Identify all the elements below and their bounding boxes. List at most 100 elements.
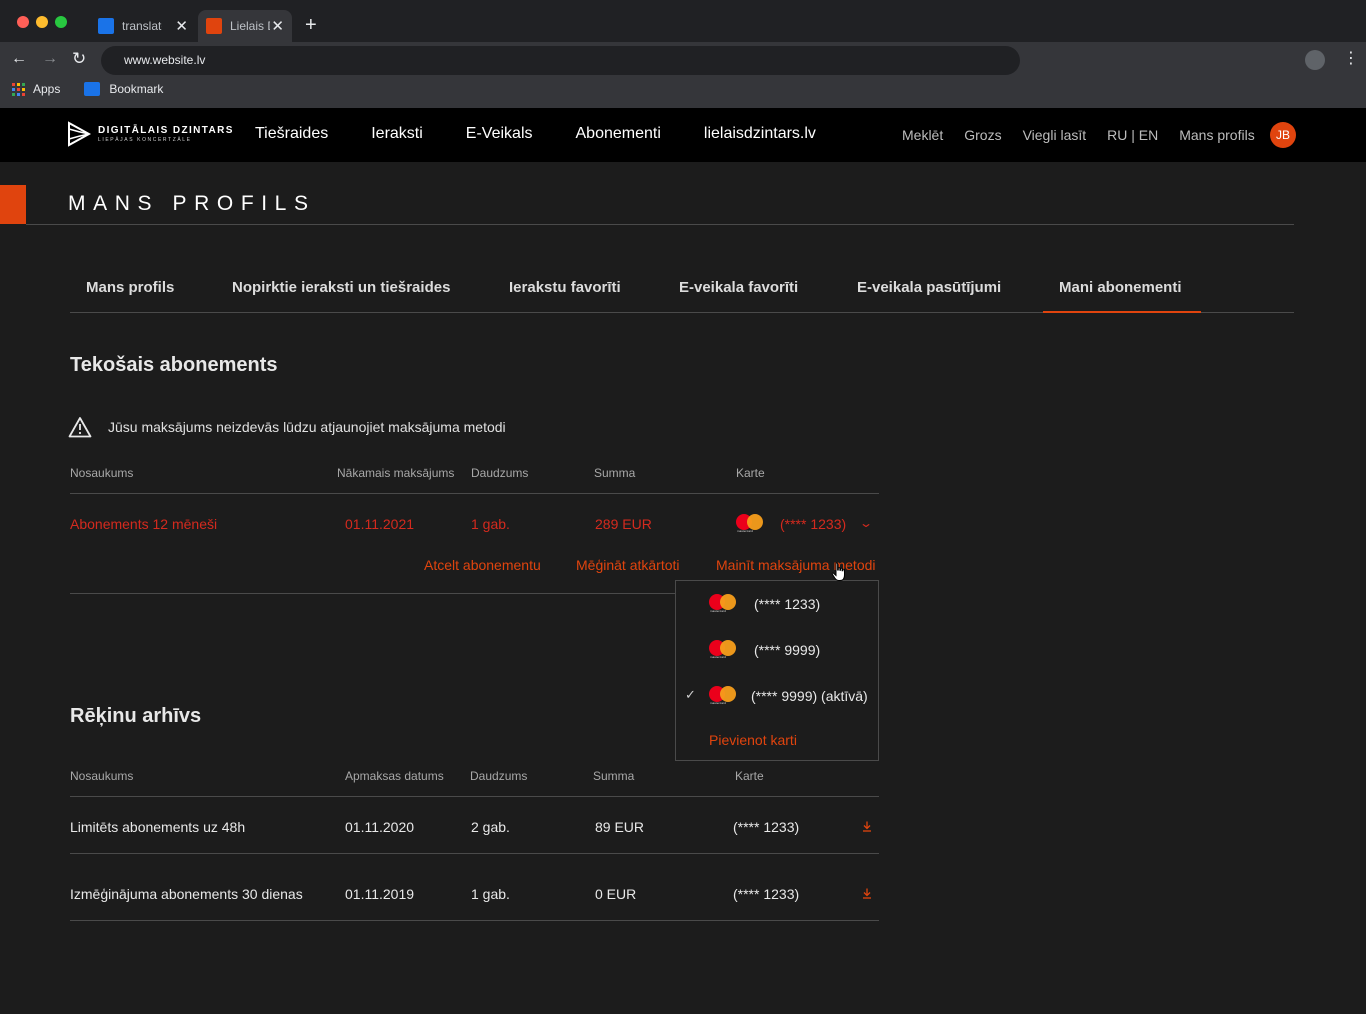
browser-menu-icon[interactable]: ⋮ <box>1343 48 1359 68</box>
checkmark-icon: ✓ <box>685 687 696 702</box>
dropdown-card-label: (**** 9999) <box>754 642 821 658</box>
new-tab-plus-icon[interactable]: + <box>305 14 317 37</box>
col-header-sum: Summa <box>593 769 635 783</box>
col-header-quantity: Daudzums <box>471 466 529 480</box>
browser-tab-translate[interactable]: translate ✕ <box>90 10 196 42</box>
logo-main-text: DIGITĀLAIS DZINTARS <box>98 125 234 136</box>
col-header-next-payment: Nākamais maksājums <box>337 466 455 480</box>
site-logo[interactable]: DIGITĀLAIS DZINTARS LIEPĀJAS KONCERTZĀLE <box>67 121 234 147</box>
tab-mani-abonementi[interactable]: Mani abonementi <box>1059 279 1182 296</box>
util-search-link[interactable]: Meklēt <box>902 127 943 143</box>
nav-item-abonementi[interactable]: Abonementi <box>576 125 661 143</box>
util-profile-link[interactable]: Mans profils <box>1179 127 1254 143</box>
logo-sub-text: LIEPĀJAS KONCERTZĀLE <box>98 137 192 143</box>
warning-triangle-icon <box>68 417 92 438</box>
invoice-name: Limitēts abonements uz 48h <box>70 819 246 835</box>
tab-mans-profils[interactable]: Mans profils <box>86 279 174 296</box>
tab-title: translate <box>122 19 162 33</box>
tab-eveikala-pasutijumi[interactable]: E-veikala pasūtījumi <box>857 279 1001 296</box>
title-accent-block <box>0 185 26 224</box>
window-maximize-button[interactable] <box>55 16 67 28</box>
util-language-switch[interactable]: RU | EN <box>1107 127 1158 143</box>
title-divider <box>26 224 1294 225</box>
card-dropdown-menu: mastercard (**** 1233) mastercard (**** … <box>675 580 879 761</box>
mastercard-icon: mastercard <box>709 686 737 705</box>
util-cart-link[interactable]: Grozs <box>964 127 1001 143</box>
warning-text: Jūsu maksājums neizdevās lūdzu atjaunoji… <box>108 419 506 435</box>
dropdown-card-option[interactable]: mastercard (**** 9999) <box>676 635 878 665</box>
subscription-quantity: 1 gab. <box>471 516 510 532</box>
address-bar[interactable]: www.website.lv <box>101 46 1020 75</box>
dropdown-card-label: (**** 1233) <box>754 596 821 612</box>
invoice-quantity: 2 gab. <box>471 819 510 835</box>
invoice-card: (**** 1233) <box>733 886 800 902</box>
window-close-button[interactable] <box>17 16 29 28</box>
back-arrow-icon[interactable]: ← <box>11 50 27 68</box>
apps-grid-icon[interactable] <box>12 82 25 96</box>
change-payment-method-link[interactable]: Mainīt maksājuma metodi <box>716 557 876 573</box>
chevron-down-icon[interactable]: ⌄ <box>859 516 873 530</box>
nav-item-ieraksti[interactable]: Ieraksti <box>371 125 423 143</box>
retry-payment-link[interactable]: Mēģināt atkārtoti <box>576 557 680 573</box>
browser-tab-lielais[interactable]: Lielais Dzintars ✕ <box>198 10 292 42</box>
nav-item-eveikals[interactable]: E-Veikals <box>466 125 533 143</box>
logo-wave-icon <box>68 121 91 147</box>
mastercard-icon: mastercard <box>709 594 737 613</box>
col-header-payment-date: Apmaksas datums <box>345 769 444 783</box>
col-header-name: Nosaukums <box>70 466 134 480</box>
invoice-archive-title: Rēķinu arhīvs <box>70 705 202 727</box>
tab-favicon-icon <box>98 18 114 34</box>
tab-close-icon[interactable]: ✕ <box>271 17 284 35</box>
util-easy-read-link[interactable]: Viegli lasīt <box>1023 127 1087 143</box>
row-divider <box>70 853 879 854</box>
payment-warning: Jūsu maksājums neizdevās lūdzu atjaunoji… <box>68 416 506 438</box>
nav-item-lielaisdzintars[interactable]: lielaisdzintars.lv <box>704 125 816 143</box>
archive-header-divider <box>70 796 879 797</box>
tab-nopirktie-ieraksti[interactable]: Nopirktie ieraksti un tiešraides <box>232 279 450 296</box>
col-header-quantity: Daudzums <box>470 769 528 783</box>
dropdown-card-option-active[interactable]: ✓ mastercard (**** 9999) (aktīvā) <box>676 681 878 711</box>
browser-tab-strip: translate ✕ Lielais Dzintars ✕ + <box>0 0 1366 42</box>
forward-arrow-icon[interactable]: → <box>42 50 58 68</box>
download-icon[interactable] <box>862 888 872 899</box>
col-header-sum: Summa <box>594 466 636 480</box>
main-nav: Tiešraides Ieraksti E-Veikals Abonementi… <box>255 125 859 143</box>
browser-profile-icon[interactable] <box>1305 50 1325 70</box>
tab-close-icon[interactable]: ✕ <box>175 17 188 35</box>
next-payment-date: 01.11.2021 <box>345 516 415 532</box>
invoice-name: Izmēģinājuma abonements 30 dienas <box>70 886 303 902</box>
cancel-subscription-link[interactable]: Atcelt abonementu <box>424 557 541 573</box>
mastercard-icon: mastercard <box>709 640 737 659</box>
row-divider <box>70 920 879 921</box>
hand-cursor-icon <box>831 562 845 581</box>
add-card-link[interactable]: Pievienot karti <box>709 732 797 748</box>
col-header-name: Nosaukums <box>70 769 134 783</box>
subscription-sum: 289 EUR <box>595 516 652 532</box>
current-subscription-title: Tekošais abonements <box>70 354 278 376</box>
tab-ierakstu-favoriti[interactable]: Ierakstu favorīti <box>509 279 621 296</box>
tab-eveikala-favoriti[interactable]: E-veikala favorīti <box>679 279 798 296</box>
current-table-bottom-divider <box>70 593 675 594</box>
active-tab-indicator <box>1043 311 1201 313</box>
subscription-card[interactable]: (**** 1233) <box>780 516 846 532</box>
window-minimize-button[interactable] <box>36 16 48 28</box>
nav-item-tiesraides[interactable]: Tiešraides <box>255 125 328 143</box>
bookmark-item[interactable]: Bookmark <box>109 82 163 96</box>
mastercard-icon: mastercard <box>736 514 764 533</box>
download-icon[interactable] <box>862 821 872 832</box>
bookmarks-bar: Apps Bookmark <box>12 82 163 96</box>
avatar[interactable]: JB <box>1270 122 1296 148</box>
bookmark-apps[interactable]: Apps <box>33 82 60 96</box>
table-header-divider <box>70 493 879 494</box>
reload-icon[interactable]: ↻ <box>72 49 86 69</box>
invoice-quantity: 1 gab. <box>471 886 510 902</box>
profile-tabs: Mans profils Nopirktie ieraksti un tiešr… <box>70 272 1294 313</box>
utility-nav: Meklēt Grozs Viegli lasīt RU | EN Mans p… <box>902 127 1276 143</box>
invoice-sum: 0 EUR <box>595 886 637 902</box>
page-title: MANS PROFILS <box>68 192 316 215</box>
dropdown-card-option[interactable]: mastercard (**** 1233) <box>676 589 878 619</box>
url-text: www.website.lv <box>124 53 206 67</box>
tab-title: Lielais Dzintars <box>230 19 270 33</box>
browser-toolbar: ← → ↻ www.website.lv ⋮ Apps Bookmark <box>0 42 1366 108</box>
col-header-card: Karte <box>736 466 765 480</box>
